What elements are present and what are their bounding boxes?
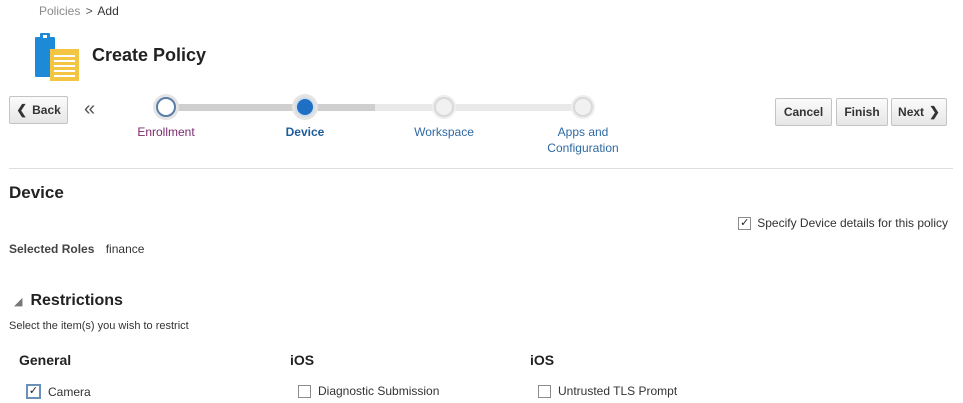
camera-checkbox[interactable]: ✓: [26, 384, 41, 399]
restrictions-title: Restrictions: [30, 292, 123, 309]
camera-label: Camera: [48, 384, 91, 399]
clipboard-document-icon: [35, 33, 79, 81]
step-train: Enrollment Device Workspace Apps and Con…: [0, 95, 700, 155]
specify-device-details-checkbox[interactable]: ✓: [738, 216, 752, 230]
specify-device-details-option[interactable]: ✓ Specify Device details for this policy: [738, 216, 948, 230]
train-label-device[interactable]: Device: [250, 124, 360, 140]
cancel-button[interactable]: Cancel: [775, 98, 832, 126]
section-divider: [9, 168, 953, 169]
finish-button[interactable]: Finish: [836, 98, 888, 126]
page-title: Create Policy: [92, 45, 207, 65]
train-stop-device[interactable]: [295, 97, 315, 117]
selected-roles: Selected Roles finance: [9, 242, 144, 256]
train-label-enrollment[interactable]: Enrollment: [111, 124, 221, 140]
train-stop-apps-configuration[interactable]: [573, 97, 593, 117]
column-heading-ios: iOS: [290, 352, 315, 368]
restrictions-disclosure[interactable]: ◢ Restrictions: [14, 292, 123, 310]
train-label-apps-configuration[interactable]: Apps and Configuration: [528, 124, 638, 156]
selected-roles-label: Selected Roles: [9, 242, 95, 256]
train-stop-enrollment[interactable]: [156, 97, 176, 117]
breadcrumb-link-policies[interactable]: Policies: [39, 4, 80, 18]
chevron-right-icon: ❯: [929, 104, 940, 119]
specify-device-details-label: Specify Device details for this policy: [757, 216, 948, 230]
restriction-option-untrusted-tls-prompt[interactable]: Untrusted TLS Prompt: [538, 384, 677, 398]
breadcrumb-current: Add: [97, 4, 119, 18]
column-heading-general: General: [19, 352, 72, 368]
next-button-label: Next: [898, 105, 925, 119]
untrusted-tls-prompt-checkbox[interactable]: [538, 384, 551, 398]
column-heading-ios: iOS: [530, 352, 555, 368]
diagnostic-submission-checkbox[interactable]: [298, 384, 311, 398]
next-button[interactable]: Next ❯: [891, 98, 947, 126]
restriction-option-camera[interactable]: ✓ Camera: [26, 384, 91, 399]
selected-roles-value: finance: [105, 242, 145, 256]
disclosure-triangle-icon: ◢: [14, 295, 23, 308]
restriction-option-diagnostic-submission[interactable]: Diagnostic Submission: [298, 384, 439, 398]
section-title: Device: [9, 183, 64, 202]
train-label-workspace[interactable]: Workspace: [389, 124, 499, 140]
diagnostic-submission-label: Diagnostic Submission: [318, 384, 440, 398]
train-connector-visited: [166, 104, 375, 111]
train-stop-workspace[interactable]: [434, 97, 454, 117]
restrictions-hint: Select the item(s) you wish to restrict: [9, 320, 189, 332]
train-connector-unvisited: [375, 104, 584, 111]
breadcrumb: Policies > Add: [39, 4, 119, 18]
breadcrumb-separator: >: [85, 4, 93, 18]
untrusted-tls-prompt-label: Untrusted TLS Prompt: [558, 384, 678, 398]
